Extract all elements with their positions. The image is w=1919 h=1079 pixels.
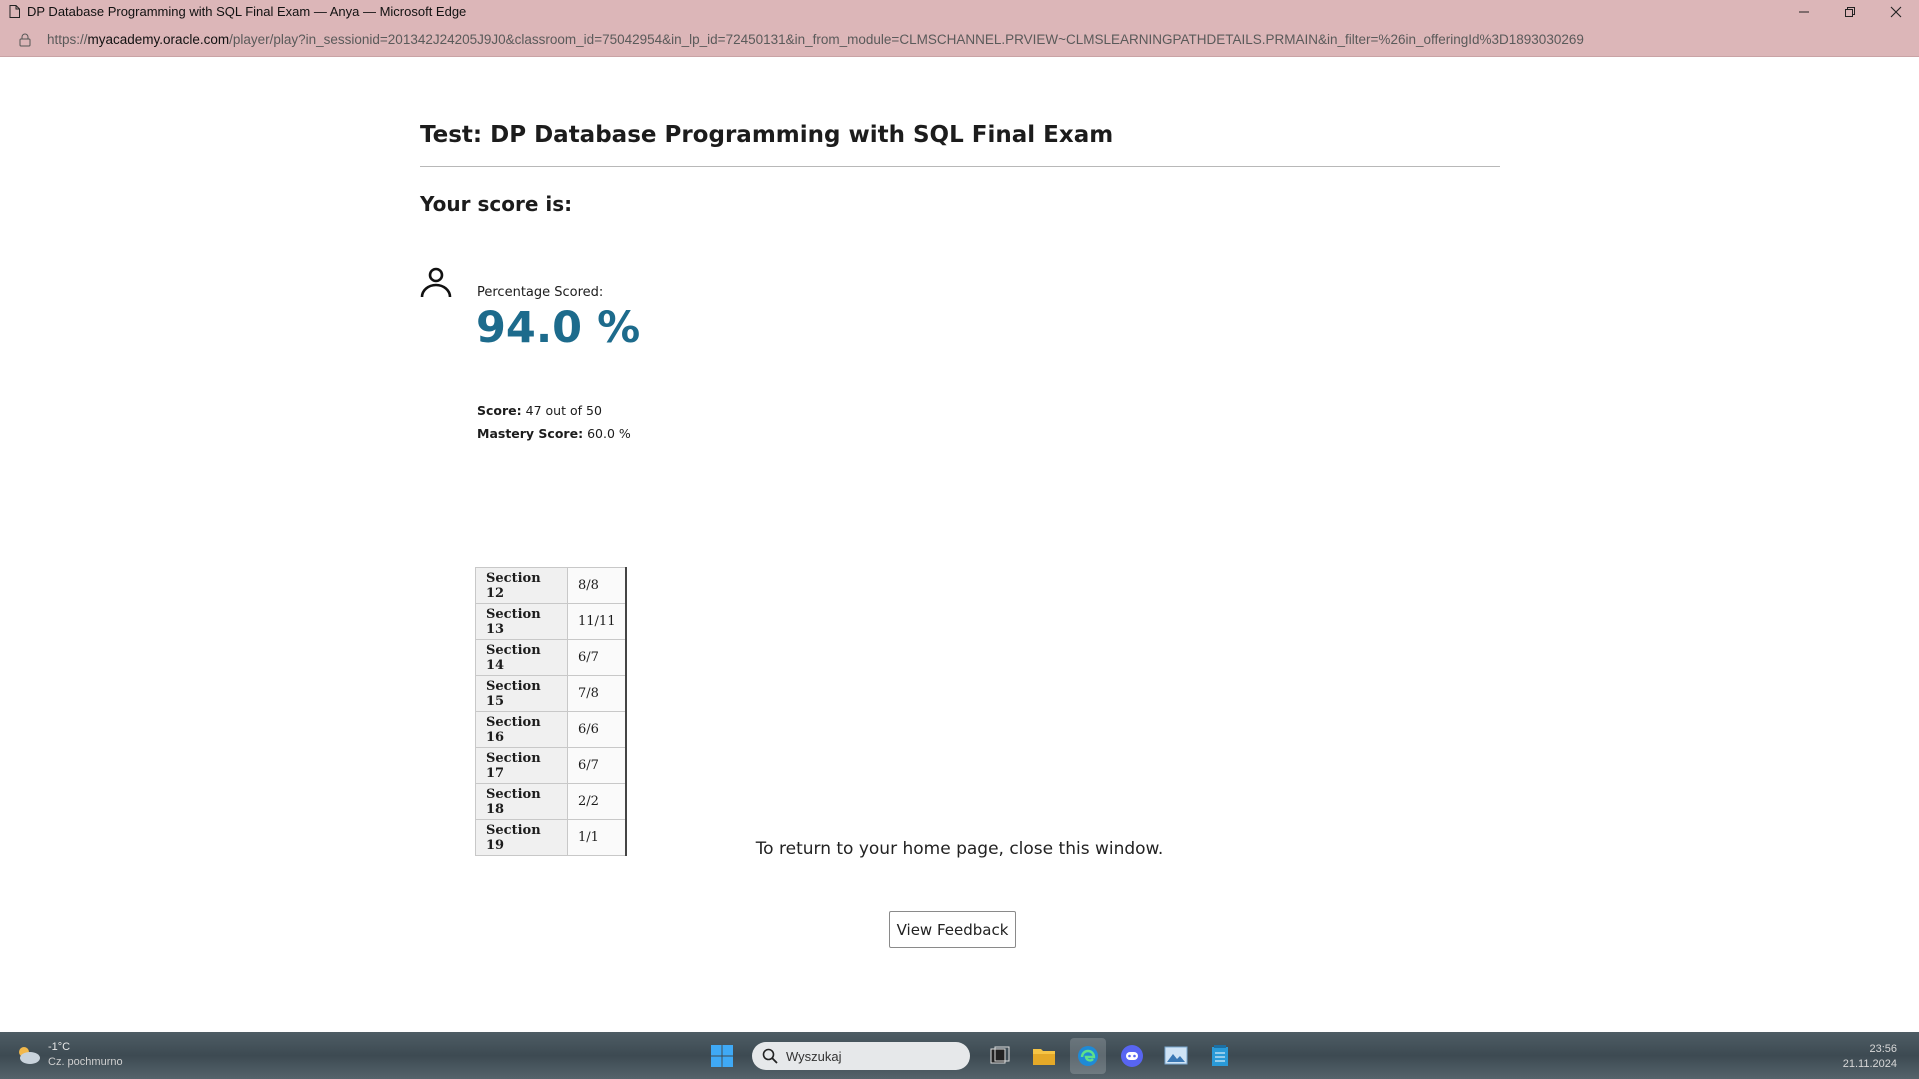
- section-name: Section 13: [475, 603, 568, 640]
- task-view-button[interactable]: [982, 1038, 1018, 1074]
- discord-button[interactable]: [1114, 1038, 1150, 1074]
- weather-widget[interactable]: -1°C Cz. pochmurno: [14, 1040, 123, 1070]
- mastery-line: Mastery Score: 60.0 %: [477, 426, 631, 441]
- mastery-value: 60.0 %: [587, 426, 631, 441]
- discord-icon: [1121, 1045, 1143, 1067]
- weather-temperature: -1°C: [48, 1041, 71, 1053]
- page-icon: [7, 5, 21, 19]
- score-heading: Your score is:: [420, 192, 573, 216]
- cloud-sun-icon: [19, 1047, 40, 1064]
- table-row: Section 16 6/6: [475, 711, 627, 748]
- taskbar-apps: Wyszukaj: [700, 1038, 1242, 1074]
- url-path: /player/play?in_sessionid=201342J24205J9…: [229, 32, 1584, 47]
- section-result: 2/2: [567, 783, 627, 820]
- section-name: Section 14: [475, 639, 568, 676]
- minimize-icon: [1799, 11, 1809, 12]
- edge-button[interactable]: [1070, 1038, 1106, 1074]
- task-view-icon: [990, 1046, 1010, 1064]
- url-text[interactable]: https://myacademy.oracle.com/player/play…: [47, 32, 1584, 47]
- section-name: Section 15: [475, 675, 568, 712]
- taskbar: -1°C Cz. pochmurno Wyszukaj 23:56 21.11.…: [0, 1032, 1919, 1079]
- browser-title-bar: DP Database Programming with SQL Final E…: [0, 0, 1919, 23]
- table-row: Section 17 6/7: [475, 747, 627, 784]
- section-result: 6/6: [567, 711, 627, 748]
- table-row: Section 18 2/2: [475, 783, 627, 820]
- clock-date: 21.11.2024: [1842, 1058, 1897, 1070]
- section-name: Section 17: [475, 747, 568, 784]
- close-window-button[interactable]: [1873, 0, 1919, 23]
- score-key: Score:: [477, 403, 522, 418]
- page-content: Test: DP Database Programming with SQL F…: [0, 56, 1919, 1032]
- section-name: Section 18: [475, 783, 568, 820]
- edge-icon: [1078, 1046, 1098, 1066]
- table-row: Section 14 6/7: [475, 639, 627, 676]
- restore-button[interactable]: [1827, 0, 1873, 23]
- start-button[interactable]: [704, 1038, 740, 1074]
- windows-icon: [711, 1045, 733, 1067]
- search-placeholder: Wyszukaj: [786, 1048, 842, 1064]
- system-clock[interactable]: 23:56 21.11.2024: [1843, 1042, 1897, 1072]
- score-value: 47 out of 50: [525, 403, 602, 418]
- lock-icon: [17, 32, 33, 48]
- return-instruction: To return to your home page, close this …: [755, 839, 1164, 859]
- search-icon: [762, 1048, 778, 1064]
- close-icon: [1890, 6, 1902, 17]
- section-name: Section 16: [475, 711, 568, 748]
- table-row: Section 13 11/11: [475, 603, 627, 640]
- section-result: 8/8: [567, 567, 627, 604]
- section-result: 6/7: [567, 747, 627, 784]
- clock-time: 23:56: [1869, 1043, 1897, 1055]
- minimize-button[interactable]: [1781, 0, 1827, 23]
- view-feedback-button[interactable]: View Feedback: [889, 911, 1016, 948]
- score-line: Score: 47 out of 50: [477, 403, 602, 418]
- section-result: 11/11: [567, 603, 627, 640]
- user-icon: [420, 267, 452, 298]
- section-result: 7/8: [567, 675, 627, 712]
- notepad-button[interactable]: [1202, 1038, 1238, 1074]
- section-name: Section 12: [475, 567, 568, 604]
- weather-condition: Cz. pochmurno: [48, 1056, 123, 1068]
- folder-icon: [1033, 1049, 1055, 1065]
- notepad-icon: [1212, 1045, 1228, 1066]
- taskbar-search[interactable]: Wyszukaj: [752, 1042, 970, 1070]
- file-explorer-button[interactable]: [1026, 1038, 1062, 1074]
- window-title: DP Database Programming with SQL Final E…: [27, 4, 467, 19]
- table-row: Section 15 7/8: [475, 675, 627, 712]
- restore-icon: [1845, 6, 1855, 17]
- url-scheme: https://: [47, 32, 88, 47]
- photos-button[interactable]: [1158, 1038, 1194, 1074]
- percentage-label: Percentage Scored:: [477, 285, 604, 300]
- section-scores-table: Section 12 8/8 Section 13 11/11 Section …: [475, 567, 628, 856]
- percentage-value: 94.0 %: [476, 303, 641, 353]
- section-result: 6/7: [567, 639, 627, 676]
- photos-icon: [1164, 1046, 1188, 1065]
- table-row: Section 12 8/8: [475, 567, 627, 604]
- url-host: myacademy.oracle.com: [87, 32, 230, 47]
- page-title: Test: DP Database Programming with SQL F…: [420, 122, 1500, 167]
- address-bar[interactable]: https://myacademy.oracle.com/player/play…: [0, 23, 1919, 57]
- mastery-key: Mastery Score:: [477, 426, 584, 441]
